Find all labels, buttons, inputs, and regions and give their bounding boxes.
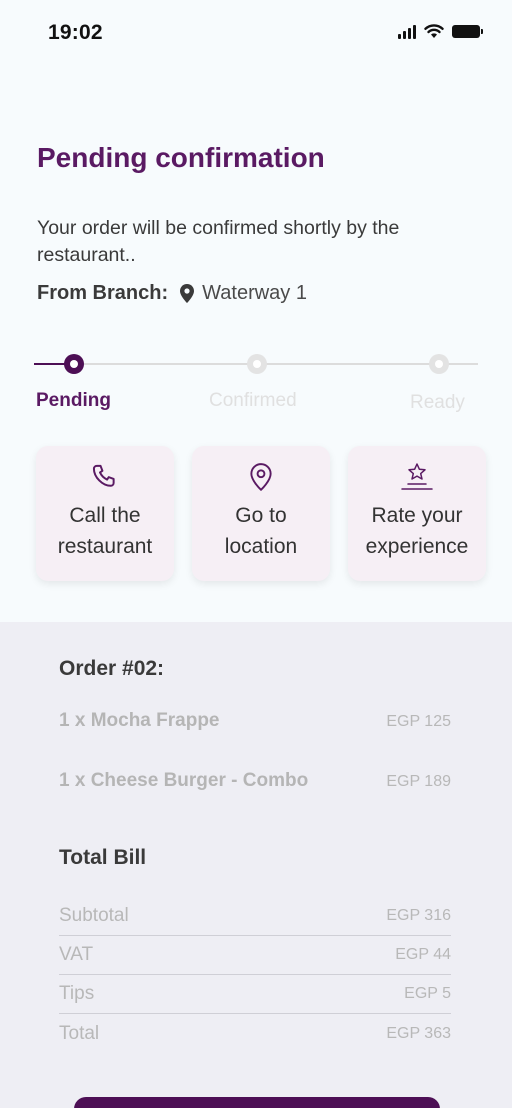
- go-to-location-label: Go to location: [224, 504, 298, 558]
- order-item-name: 1 x Cheese Burger - Combo: [59, 770, 309, 791]
- status-bar: 19:02: [0, 0, 512, 66]
- call-restaurant-label: Call the restaurant: [57, 504, 153, 558]
- status-icons: [398, 24, 483, 39]
- bill-label: Subtotal: [59, 905, 129, 926]
- progress-track-active: [34, 363, 68, 365]
- primary-action-button[interactable]: [74, 1097, 440, 1108]
- branch-name: Waterway 1: [202, 282, 307, 304]
- rate-experience-label: Rate your experience: [365, 504, 469, 558]
- rate-experience-button[interactable]: Rate your experience: [348, 446, 486, 581]
- step-label-pending: Pending: [36, 390, 111, 411]
- order-item-price: EGP 125: [386, 713, 451, 730]
- bill-label: VAT: [59, 944, 94, 965]
- order-item-price: EGP 189: [386, 773, 451, 790]
- order-item: 1 x Mocha Frappe EGP 125: [59, 710, 451, 732]
- bill-row-vat: VAT EGP 44: [59, 936, 451, 975]
- step-label-ready: Ready: [410, 392, 465, 413]
- step-dot-confirmed: [247, 354, 267, 374]
- bill-row-tips: Tips EGP 5: [59, 975, 451, 1014]
- order-summary-panel: Order #02: 1 x Mocha Frappe EGP 125 1 x …: [0, 622, 512, 1108]
- bill-value: EGP 363: [386, 1024, 451, 1042]
- total-bill-title: Total Bill: [59, 846, 147, 869]
- page-title: Pending confirmation: [37, 142, 325, 173]
- call-restaurant-button[interactable]: Call the restaurant: [36, 446, 174, 581]
- status-time: 19:02: [48, 21, 103, 44]
- step-dot-pending: [64, 354, 84, 374]
- order-status-description: Your order will be confirmed shortly by …: [37, 217, 400, 266]
- bill-row-subtotal: Subtotal EGP 316: [59, 897, 451, 936]
- cellular-signal-icon: [398, 24, 416, 39]
- step-dot-ready: [429, 354, 449, 374]
- bill-value: EGP 5: [404, 985, 451, 1002]
- bill-label: Tips: [59, 983, 95, 1004]
- star-icon: [398, 460, 436, 494]
- go-to-location-button[interactable]: Go to location: [192, 446, 330, 581]
- step-label-confirmed: Confirmed: [209, 390, 297, 411]
- action-cards: Call the restaurant Go to location Rate …: [36, 446, 486, 581]
- wifi-icon: [424, 24, 444, 39]
- bill-value: EGP 316: [386, 907, 451, 924]
- order-item-name: 1 x Mocha Frappe: [59, 710, 220, 731]
- branch-label: From Branch:: [37, 282, 169, 304]
- battery-icon: [452, 25, 483, 38]
- branch-info: From Branch: Waterway 1: [37, 282, 307, 305]
- location-pin-icon: [248, 460, 274, 494]
- bill-value: EGP 44: [395, 946, 451, 963]
- order-item: 1 x Cheese Burger - Combo EGP 189: [59, 770, 451, 792]
- order-number: Order #02:: [59, 657, 165, 680]
- bill-row-total: Total EGP 363: [59, 1014, 451, 1053]
- map-pin-icon: [180, 284, 195, 303]
- phone-icon: [91, 460, 119, 494]
- order-progress-tracker: Pending Confirmed Ready: [0, 350, 512, 420]
- progress-track: [84, 363, 478, 365]
- bill-label: Total: [59, 1022, 100, 1044]
